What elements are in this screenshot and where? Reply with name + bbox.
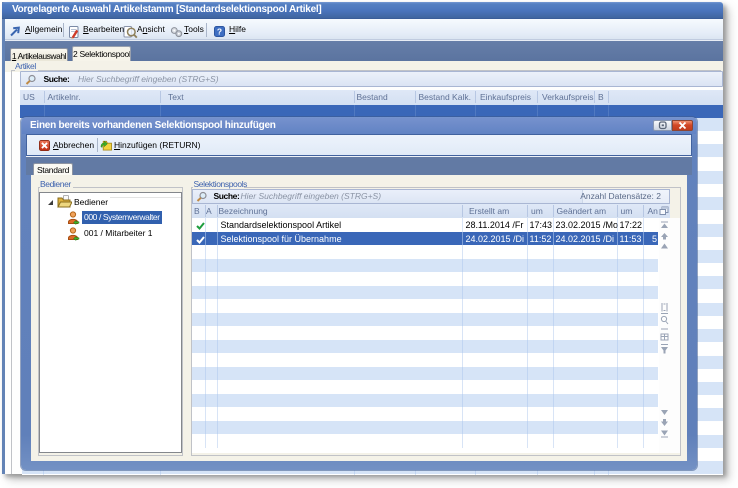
- svg-text:?: ?: [217, 27, 222, 37]
